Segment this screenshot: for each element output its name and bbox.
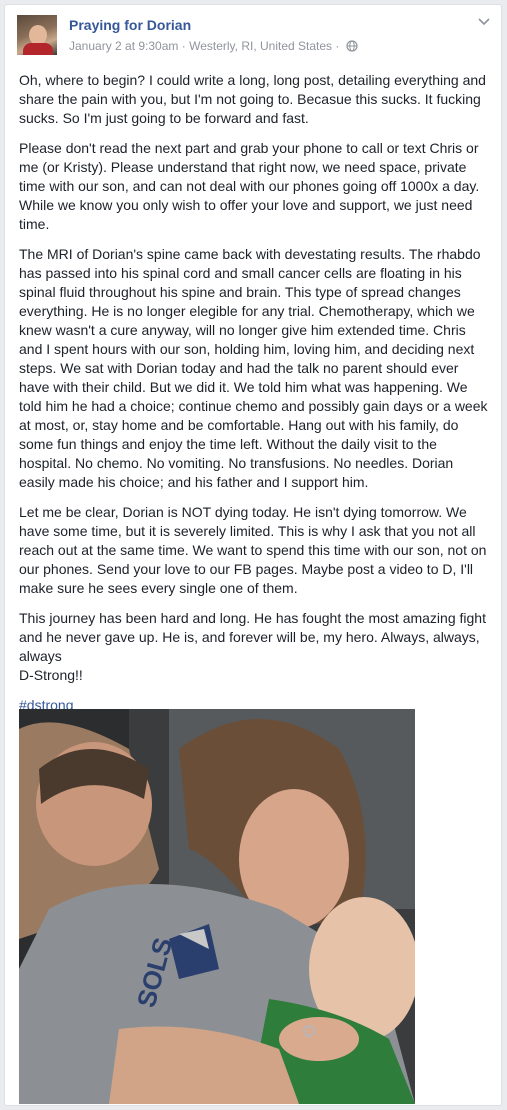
post-paragraph: The MRI of Dorian's spine came back with… <box>19 246 488 490</box>
chevron-down-icon[interactable] <box>477 17 491 27</box>
post-location[interactable]: Westerly, RI, United States <box>189 39 332 53</box>
post-card: Praying for Dorian January 2 at 9:30am ·… <box>4 4 502 1106</box>
avatar-shirt <box>23 43 53 55</box>
post-paragraph: Let me be clear, Dorian is NOT dying tod… <box>19 504 487 596</box>
meta-separator: · <box>335 39 340 53</box>
post-photo[interactable]: SOLS <box>19 709 415 1104</box>
avatar-face <box>29 25 47 45</box>
post-timestamp[interactable]: January 2 at 9:30am <box>69 39 178 53</box>
globe-icon[interactable] <box>346 40 358 52</box>
post-header: Praying for Dorian January 2 at 9:30am ·… <box>17 15 491 63</box>
post-signoff: D-Strong!! <box>19 667 83 683</box>
meta-separator: · <box>181 39 186 53</box>
photo-illustration: SOLS <box>19 709 415 1104</box>
post-meta: January 2 at 9:30am · Westerly, RI, Unit… <box>69 39 358 53</box>
page-name-link[interactable]: Praying for Dorian <box>69 17 191 33</box>
post-paragraph: Oh, where to begin? I could write a long… <box>19 72 486 126</box>
page-avatar[interactable] <box>17 15 57 55</box>
post-paragraph: Please don't read the next part and grab… <box>19 140 480 232</box>
post-paragraph: This journey has been hard and long. He … <box>19 610 486 664</box>
post-body: Oh, where to begin? I could write a long… <box>19 71 489 715</box>
